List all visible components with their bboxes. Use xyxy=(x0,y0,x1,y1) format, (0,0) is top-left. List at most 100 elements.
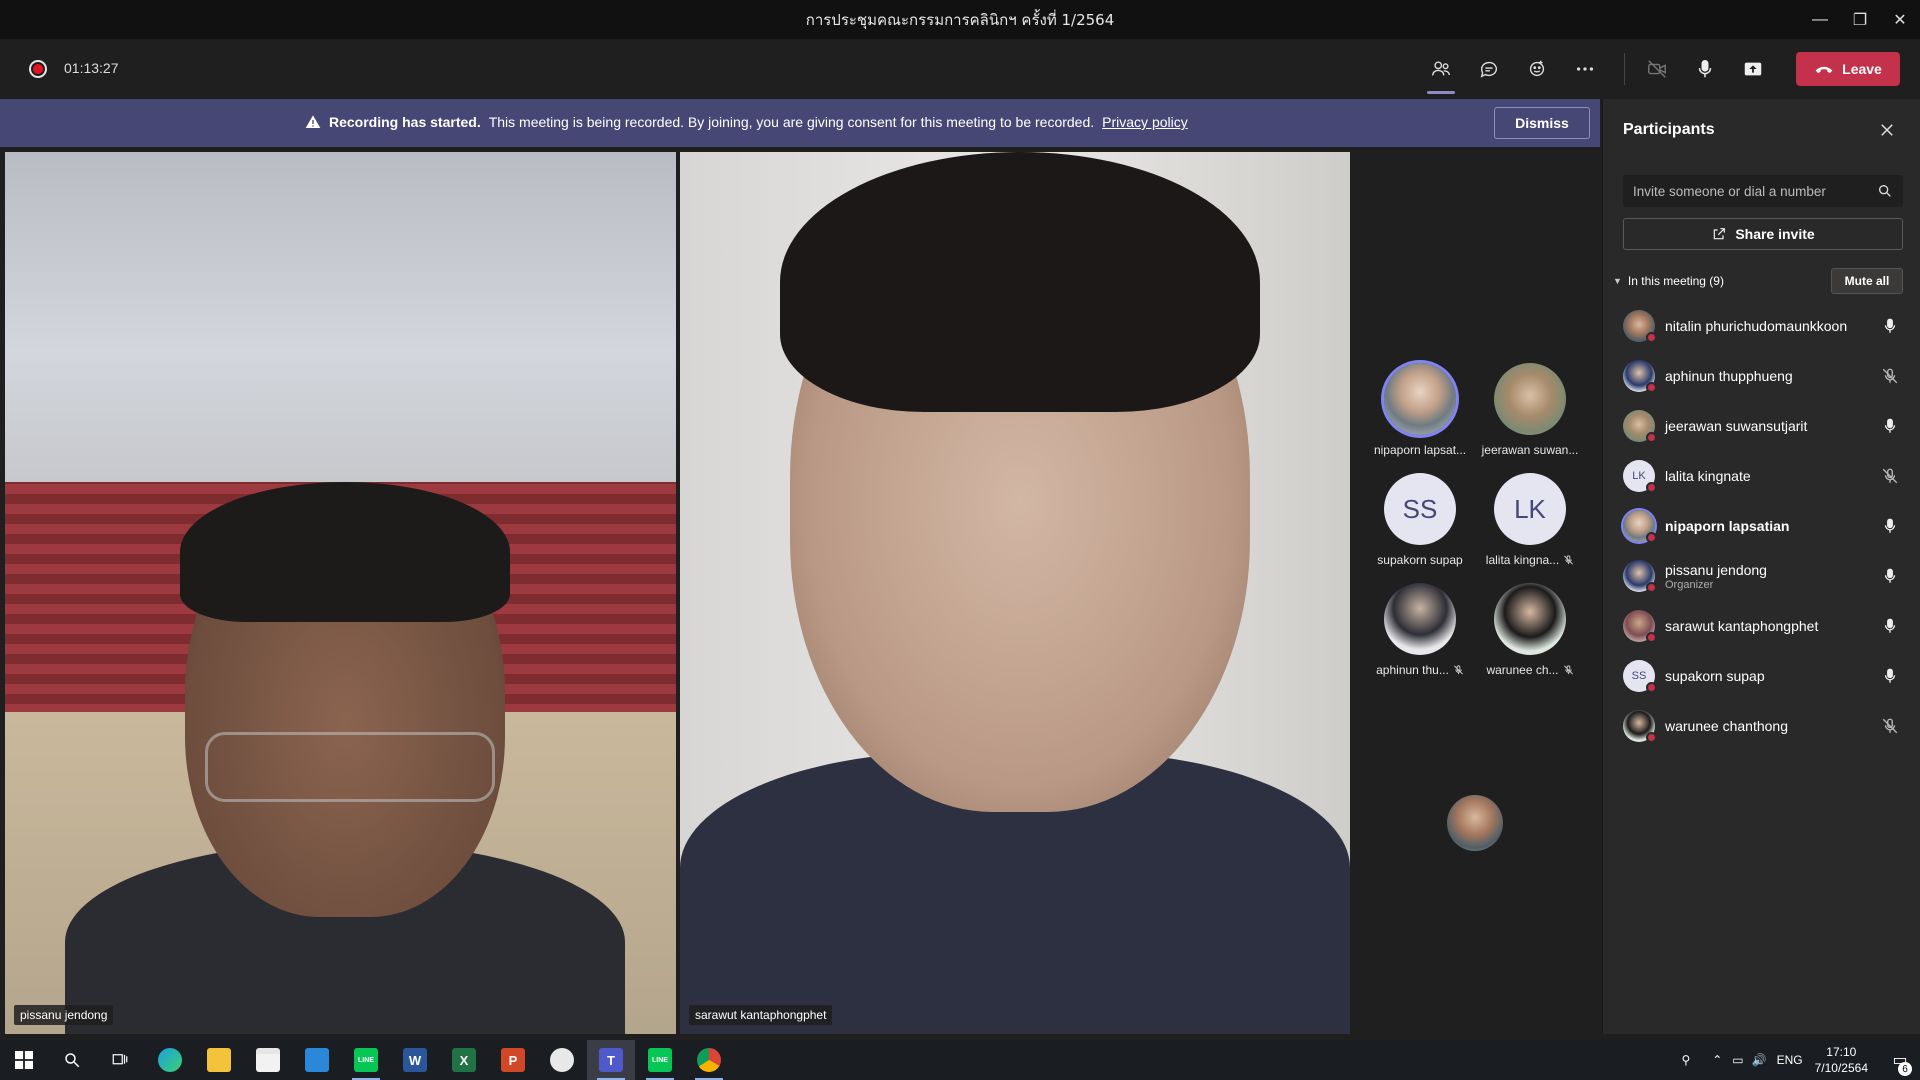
recording-icon xyxy=(29,60,47,78)
gallery-name: jeerawan suwan... xyxy=(1481,443,1579,457)
gallery-tile[interactable]: LK lalita kingna... xyxy=(1478,473,1582,567)
video-tile-pissanu[interactable]: pissanu jendong xyxy=(5,152,676,1034)
share-tray-icon[interactable] xyxy=(1737,54,1769,84)
leave-button[interactable]: Leave xyxy=(1796,52,1900,86)
reactions-icon[interactable] xyxy=(1521,54,1553,84)
window-title: การประชุมคณะกรรมการคลินิกฯ ครั้งที่ 1/25… xyxy=(805,10,1115,29)
in-meeting-count: In this meeting (9) xyxy=(1627,274,1724,288)
teams-icon[interactable]: T xyxy=(587,1040,635,1080)
participant-row[interactable]: nitalin phurichudomaunkkoon xyxy=(1603,301,1920,351)
mic-on-icon[interactable] xyxy=(1881,317,1899,335)
avatar xyxy=(1623,310,1657,343)
video-tile-sarawut[interactable]: sarawut kantaphongphet xyxy=(680,152,1350,1034)
avatar xyxy=(1494,583,1566,655)
mute-all-button[interactable]: Mute all xyxy=(1831,268,1903,294)
gallery-tile[interactable]: aphinun thu... xyxy=(1368,583,1472,677)
close-window-button[interactable]: ✕ xyxy=(1880,0,1920,39)
mic-off-icon[interactable] xyxy=(1881,467,1899,485)
gallery-name: supakorn supap xyxy=(1377,553,1463,567)
mic-off-icon[interactable] xyxy=(1881,367,1899,385)
participants-panel: Participants Invite someone or dial a nu… xyxy=(1602,99,1920,1034)
search-placeholder: Invite someone or dial a number xyxy=(1633,183,1826,199)
participants-icon[interactable] xyxy=(1425,54,1457,94)
banner-bold-text: Recording has started. xyxy=(329,114,481,130)
mic-on-icon[interactable] xyxy=(1881,617,1899,635)
mic-on-icon[interactable] xyxy=(1881,517,1899,535)
status-dot xyxy=(1646,332,1657,343)
system-tray: ⚲ ⌃ ▭ 🔊 ENG 17:10 7/10/2564 ▭ 6 xyxy=(1681,1040,1920,1080)
gallery-tile[interactable]: warunee ch... xyxy=(1478,583,1582,677)
mic-off-icon xyxy=(1563,665,1573,675)
participant-row[interactable]: warunee chanthong xyxy=(1603,701,1920,751)
status-dot xyxy=(1646,382,1657,393)
clock[interactable]: 17:10 7/10/2564 xyxy=(1815,1044,1868,1076)
in-meeting-section-header[interactable]: ▼ In this meeting (9) Mute all xyxy=(1613,268,1903,294)
notification-count: 6 xyxy=(1898,1062,1912,1076)
dismiss-button[interactable]: Dismiss xyxy=(1494,107,1590,139)
mic-off-icon[interactable] xyxy=(1881,717,1899,735)
start-icon[interactable] xyxy=(0,1040,48,1080)
participant-row[interactable]: sarawut kantaphongphet xyxy=(1603,601,1920,651)
chat-icon[interactable] xyxy=(1473,54,1505,84)
gallery-tile[interactable]: SS supakorn supap xyxy=(1368,473,1472,567)
participant-row[interactable]: nipaporn lapsatian xyxy=(1603,501,1920,551)
restore-button[interactable]: ❐ xyxy=(1840,0,1880,39)
chevron-up-icon[interactable]: ⌃ xyxy=(1712,1053,1722,1067)
people-icon[interactable]: ⚲ xyxy=(1681,1053,1690,1067)
network-icon[interactable]: ▭ xyxy=(1732,1053,1743,1067)
volume-icon[interactable]: 🔊 xyxy=(1752,1053,1767,1067)
mic-on-icon[interactable] xyxy=(1881,417,1899,435)
more-options-icon[interactable] xyxy=(1569,54,1601,84)
avatar xyxy=(1623,560,1657,593)
file-explorer-icon[interactable] xyxy=(195,1040,243,1080)
powerpoint-icon[interactable]: P xyxy=(489,1040,537,1080)
avatar xyxy=(1623,610,1657,643)
camera-off-icon[interactable] xyxy=(1641,54,1673,84)
language-indicator[interactable]: ENG xyxy=(1777,1053,1803,1067)
privacy-policy-link[interactable]: Privacy policy xyxy=(1102,114,1188,130)
mail-icon[interactable] xyxy=(293,1040,341,1080)
gallery-tile[interactable]: nipaporn lapsat... xyxy=(1368,363,1472,457)
snip-icon[interactable] xyxy=(538,1040,586,1080)
participant-list: nitalin phurichudomaunkkoon aphinun thup… xyxy=(1603,301,1920,751)
notifications-icon[interactable]: ▭ 6 xyxy=(1880,1050,1920,1076)
avatar xyxy=(1384,583,1456,655)
status-dot xyxy=(1646,532,1657,543)
invite-search-input[interactable]: Invite someone or dial a number xyxy=(1623,175,1903,207)
warning-icon xyxy=(305,115,321,128)
task-view-icon[interactable] xyxy=(96,1040,144,1080)
participant-row[interactable]: SS supakorn supap xyxy=(1603,651,1920,701)
mic-on-icon[interactable] xyxy=(1881,667,1899,685)
store-icon[interactable] xyxy=(244,1040,292,1080)
clock-time: 17:10 xyxy=(1826,1045,1857,1059)
mic-on-icon[interactable] xyxy=(1881,567,1899,585)
avatar: SS xyxy=(1384,473,1456,545)
line-icon-2[interactable]: LINE xyxy=(636,1040,684,1080)
gallery-tile[interactable]: jeerawan suwan... xyxy=(1478,363,1582,457)
excel-icon[interactable]: X xyxy=(440,1040,488,1080)
microphone-icon[interactable] xyxy=(1689,54,1721,84)
search-icon[interactable] xyxy=(1877,183,1893,199)
panel-title: Participants xyxy=(1623,121,1715,138)
participant-row[interactable]: LK lalita kingnate xyxy=(1603,451,1920,501)
share-invite-button[interactable]: Share invite xyxy=(1623,218,1903,250)
edge-icon[interactable] xyxy=(146,1040,194,1080)
line-icon[interactable]: LINE xyxy=(342,1040,390,1080)
status-dot xyxy=(1646,582,1657,593)
word-icon[interactable]: W xyxy=(391,1040,439,1080)
minimize-button[interactable]: — xyxy=(1800,0,1840,39)
status-dot xyxy=(1646,482,1657,493)
participant-row[interactable]: jeerawan suwansutjarit xyxy=(1603,401,1920,451)
gallery-name: lalita kingna... xyxy=(1485,553,1560,567)
video-person-hair xyxy=(780,152,1260,412)
participant-row[interactable]: aphinun thupphueng xyxy=(1603,351,1920,401)
windows-taskbar: LINE W X P T LINE ⚲ ⌃ ▭ 🔊 ENG 17:10 7/10… xyxy=(0,1040,1920,1080)
search-icon[interactable] xyxy=(48,1040,96,1080)
clock-date: 7/10/2564 xyxy=(1814,1061,1868,1075)
phone-hangup-icon xyxy=(1815,66,1833,74)
close-panel-icon[interactable] xyxy=(1878,121,1896,139)
avatar-initials: SS xyxy=(1631,670,1647,682)
participant-row[interactable]: pissanu jendong Organizer xyxy=(1603,551,1920,601)
chrome-icon[interactable] xyxy=(685,1040,733,1080)
video-person-hair xyxy=(180,482,510,622)
